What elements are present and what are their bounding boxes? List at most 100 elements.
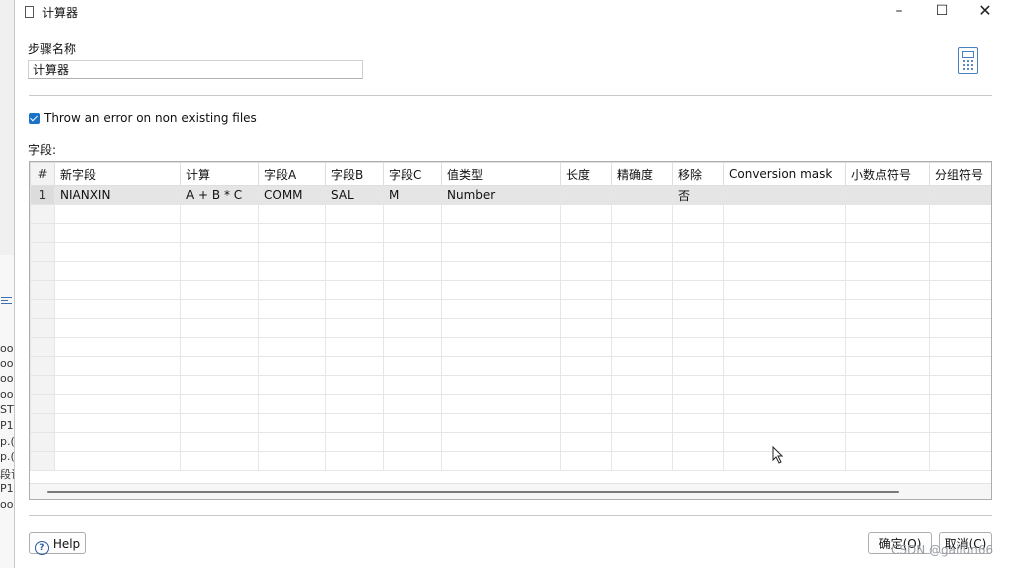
empty-cell[interactable]: [383, 413, 442, 433]
empty-cell[interactable]: [258, 318, 326, 338]
empty-cell[interactable]: [54, 375, 181, 395]
empty-cell[interactable]: [30, 242, 55, 262]
empty-cell[interactable]: [845, 356, 930, 376]
empty-cell[interactable]: [672, 299, 724, 319]
empty-cell[interactable]: [441, 318, 561, 338]
empty-row[interactable]: [30, 299, 991, 319]
empty-cell[interactable]: [383, 451, 442, 471]
empty-cell[interactable]: [611, 280, 673, 300]
empty-cell[interactable]: [560, 375, 612, 395]
empty-cell[interactable]: [441, 432, 561, 452]
empty-cell[interactable]: [258, 337, 326, 357]
empty-cell[interactable]: [672, 394, 724, 414]
empty-cell[interactable]: [929, 451, 991, 471]
column-header[interactable]: 移除: [672, 162, 724, 186]
empty-cell[interactable]: [672, 337, 724, 357]
empty-cell[interactable]: [325, 432, 384, 452]
column-header[interactable]: 长度: [560, 162, 612, 186]
empty-cell[interactable]: [672, 318, 724, 338]
empty-row[interactable]: [30, 375, 991, 395]
empty-cell[interactable]: [672, 280, 724, 300]
empty-cell[interactable]: [325, 261, 384, 281]
empty-cell[interactable]: [180, 337, 259, 357]
table-cell[interactable]: [611, 185, 673, 205]
empty-cell[interactable]: [258, 242, 326, 262]
empty-cell[interactable]: [441, 280, 561, 300]
column-header[interactable]: #: [30, 162, 55, 186]
empty-cell[interactable]: [441, 451, 561, 471]
empty-cell[interactable]: [929, 280, 991, 300]
empty-cell[interactable]: [383, 432, 442, 452]
empty-cell[interactable]: [383, 318, 442, 338]
empty-cell[interactable]: [560, 337, 612, 357]
empty-cell[interactable]: [929, 432, 991, 452]
empty-cell[interactable]: [723, 242, 846, 262]
empty-cell[interactable]: [560, 413, 612, 433]
empty-cell[interactable]: [845, 432, 930, 452]
empty-cell[interactable]: [611, 394, 673, 414]
empty-cell[interactable]: [723, 375, 846, 395]
empty-cell[interactable]: [54, 337, 181, 357]
empty-cell[interactable]: [560, 242, 612, 262]
table-cell[interactable]: NIANXIN: [54, 185, 181, 205]
maximize-icon[interactable]: ☐: [920, 0, 964, 24]
minimize-icon[interactable]: –: [877, 0, 921, 24]
empty-cell[interactable]: [929, 299, 991, 319]
empty-cell[interactable]: [560, 280, 612, 300]
empty-cell[interactable]: [383, 299, 442, 319]
empty-cell[interactable]: [929, 356, 991, 376]
empty-cell[interactable]: [672, 261, 724, 281]
empty-cell[interactable]: [929, 394, 991, 414]
empty-cell[interactable]: [723, 299, 846, 319]
empty-cell[interactable]: [54, 451, 181, 471]
empty-cell[interactable]: [441, 223, 561, 243]
empty-cell[interactable]: [180, 356, 259, 376]
empty-cell[interactable]: [723, 413, 846, 433]
column-header[interactable]: Conversion mask: [723, 162, 846, 186]
empty-cell[interactable]: [672, 375, 724, 395]
column-header[interactable]: 字段A: [258, 162, 326, 186]
empty-cell[interactable]: [180, 261, 259, 281]
empty-cell[interactable]: [672, 432, 724, 452]
empty-cell[interactable]: [560, 204, 612, 224]
empty-cell[interactable]: [560, 356, 612, 376]
table-cell[interactable]: [929, 185, 991, 205]
empty-cell[interactable]: [258, 280, 326, 300]
empty-row[interactable]: [30, 413, 991, 433]
empty-cell[interactable]: [383, 280, 442, 300]
table-cell[interactable]: SAL: [325, 185, 384, 205]
empty-cell[interactable]: [325, 375, 384, 395]
empty-cell[interactable]: [180, 280, 259, 300]
empty-cell[interactable]: [723, 204, 846, 224]
empty-cell[interactable]: [383, 242, 442, 262]
empty-cell[interactable]: [54, 242, 181, 262]
empty-cell[interactable]: [611, 242, 673, 262]
column-header[interactable]: 新字段: [54, 162, 181, 186]
empty-cell[interactable]: [383, 223, 442, 243]
table-cell[interactable]: A + B * C: [180, 185, 259, 205]
empty-cell[interactable]: [611, 299, 673, 319]
empty-row[interactable]: [30, 432, 991, 452]
empty-cell[interactable]: [723, 337, 846, 357]
empty-row[interactable]: [30, 261, 991, 281]
help-button[interactable]: ? Help: [29, 532, 86, 555]
row-number[interactable]: 1: [30, 185, 55, 205]
empty-row[interactable]: [30, 242, 991, 262]
empty-cell[interactable]: [611, 204, 673, 224]
empty-cell[interactable]: [441, 261, 561, 281]
empty-cell[interactable]: [383, 375, 442, 395]
empty-cell[interactable]: [258, 432, 326, 452]
empty-cell[interactable]: [383, 204, 442, 224]
empty-cell[interactable]: [845, 375, 930, 395]
checkbox-checked-icon[interactable]: [29, 113, 40, 124]
empty-cell[interactable]: [845, 318, 930, 338]
empty-cell[interactable]: [845, 242, 930, 262]
empty-cell[interactable]: [383, 356, 442, 376]
empty-cell[interactable]: [30, 413, 55, 433]
empty-cell[interactable]: [560, 318, 612, 338]
empty-cell[interactable]: [180, 242, 259, 262]
empty-cell[interactable]: [929, 261, 991, 281]
empty-cell[interactable]: [258, 413, 326, 433]
empty-cell[interactable]: [258, 375, 326, 395]
empty-cell[interactable]: [845, 223, 930, 243]
